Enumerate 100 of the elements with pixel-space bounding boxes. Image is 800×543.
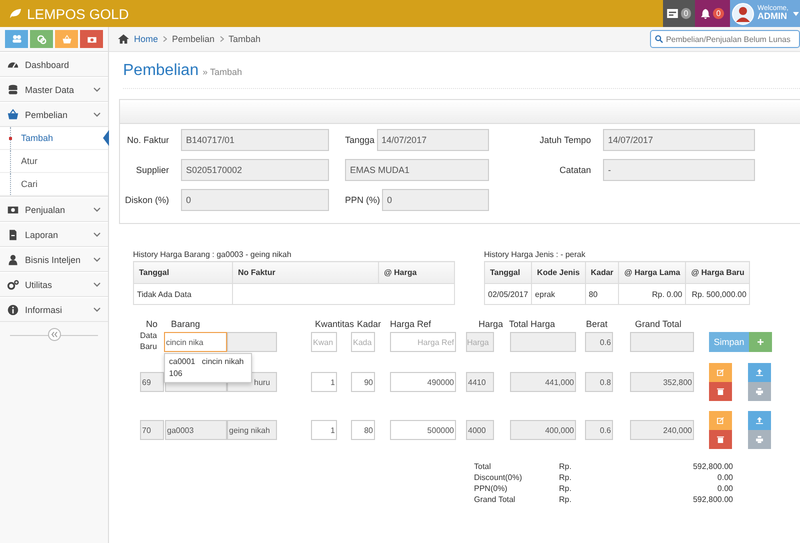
sidebar-item[interactable]: Master Data [0, 77, 108, 102]
kadar-field[interactable]: 80 [351, 420, 375, 440]
total-field[interactable]: 352,800 [630, 372, 694, 392]
text-field[interactable]: 0 [181, 189, 329, 211]
price-field[interactable]: 4000 [466, 420, 494, 440]
edit-button[interactable] [709, 363, 732, 382]
name-field[interactable]: geing nikah [227, 420, 277, 440]
weight-field[interactable]: 0.6 [585, 332, 613, 352]
field-label: PPN (%) [345, 195, 382, 205]
sidebar-item[interactable]: Dashboard [0, 52, 108, 77]
total-label: Total [474, 461, 492, 472]
printer-icon [756, 388, 763, 395]
field-label: Supplier [134, 165, 169, 175]
table-cell: eprak [532, 284, 586, 304]
column-header: @ Harga Lama [618, 262, 686, 284]
suggestion-option[interactable]: ca0001 cincin nikah 106 [165, 354, 251, 382]
text-field[interactable]: 14/07/2017 [603, 129, 755, 151]
price-field[interactable]: 4410 [466, 372, 494, 392]
delete-button[interactable] [709, 430, 732, 449]
total-field[interactable]: 240,000 [630, 420, 694, 440]
shortcut-icon [60, 34, 72, 44]
print-button[interactable] [748, 430, 771, 449]
price-field[interactable]: 490000 [390, 372, 456, 392]
table-title: History Harga Barang : ga0003 - geing nikah [133, 250, 292, 259]
table-cell: Rp. 0.00 [618, 284, 686, 304]
shortcut-button[interactable] [80, 30, 103, 48]
search-field[interactable]: Pembelian/Penjualan Belum Lunas [650, 30, 800, 48]
currency-label: Rp. [559, 483, 572, 494]
text-field[interactable]: EMAS MUDA1 [345, 159, 489, 181]
shortcut-button[interactable] [55, 30, 78, 48]
upload-button[interactable] [748, 363, 771, 382]
sidebar-item[interactable]: Utilitas [0, 272, 108, 297]
text-field[interactable]: - [603, 159, 755, 181]
column-header: Kadar [585, 262, 619, 284]
app-title: LEMPOS GOLD [27, 6, 129, 22]
quantity-field[interactable]: 1 [311, 372, 337, 392]
table-cell: 02/05/2017 [484, 284, 532, 304]
text-field[interactable]: B140717/01 [181, 129, 329, 151]
menu-icon [7, 254, 19, 266]
notifications-button[interactable]: 0 [695, 0, 730, 27]
item-input[interactable]: cincin nika [164, 332, 227, 352]
shortcut-button[interactable] [5, 30, 28, 48]
column-header: No [146, 319, 159, 329]
chevron-icon [93, 307, 101, 312]
sidebar-item[interactable]: Bisnis Inteljen [0, 247, 108, 272]
delete-button[interactable] [709, 382, 732, 401]
inbox-icon [666, 9, 678, 18]
upload-button[interactable] [748, 411, 771, 430]
submenu-item[interactable]: Atur [0, 150, 108, 173]
total-field[interactable] [630, 332, 694, 352]
column-header: Harga Ref [390, 319, 432, 329]
trash-icon [717, 436, 724, 443]
breadcrumb-link[interactable]: Tambah [228, 34, 261, 44]
edit-button[interactable] [709, 411, 732, 430]
kadar-field[interactable]: Kada [351, 332, 375, 352]
number-field[interactable]: 70 [140, 420, 164, 440]
weight-field[interactable]: 0.8 [585, 372, 613, 392]
price-field[interactable]: Harga [466, 332, 494, 352]
code-field[interactable]: ga0003 [165, 420, 227, 440]
user-name: ADMIN [758, 12, 788, 22]
total-field[interactable] [510, 332, 576, 352]
shortcut-button[interactable] [30, 30, 53, 48]
trash-icon [717, 388, 724, 395]
collapse-icon[interactable] [48, 328, 60, 341]
kadar-field[interactable]: 90 [351, 372, 375, 392]
edit-icon [717, 417, 724, 424]
currency-label: Rp. [559, 461, 572, 472]
shortcut-icon [10, 34, 22, 44]
text-field[interactable] [227, 332, 277, 352]
chevron-icon [93, 207, 101, 212]
table-cell: 80 [585, 284, 619, 304]
text-field[interactable]: S0205170002 [181, 159, 329, 181]
text-field[interactable]: 0 [382, 189, 489, 211]
column-header: Kwantitas [315, 319, 356, 329]
print-button[interactable] [748, 382, 771, 401]
total-field[interactable]: 400,000 [510, 420, 576, 440]
sidebar-item[interactable]: Pembelian [0, 102, 108, 127]
chevron-icon [93, 112, 101, 117]
column-header: Total Harga [509, 319, 556, 329]
text-field[interactable]: 14/07/2017 [376, 129, 489, 151]
number-field[interactable]: 69 [140, 372, 164, 392]
price-field[interactable]: 500000 [390, 420, 456, 440]
column-header: Kode Jenis [532, 262, 586, 284]
breadcrumb-link[interactable]: Pembelian [172, 34, 215, 44]
sidebar-item[interactable]: Informasi [0, 297, 108, 322]
column-header: @ Harga [378, 262, 454, 284]
sidebar-item[interactable]: Laporan [0, 222, 108, 247]
column-header: Kadar [357, 319, 382, 329]
quantity-field[interactable]: Kwan [311, 332, 337, 352]
breadcrumb-link[interactable]: Home [134, 34, 158, 44]
price-field[interactable]: Harga Ref [390, 332, 456, 352]
menu-icon [7, 304, 19, 316]
submenu-item[interactable]: Cari [0, 173, 108, 196]
quantity-field[interactable]: 1 [311, 420, 337, 440]
sidebar-item[interactable]: Penjualan [0, 197, 108, 222]
weight-field[interactable]: 0.6 [585, 420, 613, 440]
field-label: No. Faktur [126, 135, 169, 145]
submenu-item[interactable]: Tambah [0, 127, 108, 150]
total-label: Discount(0%) [474, 472, 524, 483]
total-field[interactable]: 441,000 [510, 372, 576, 392]
